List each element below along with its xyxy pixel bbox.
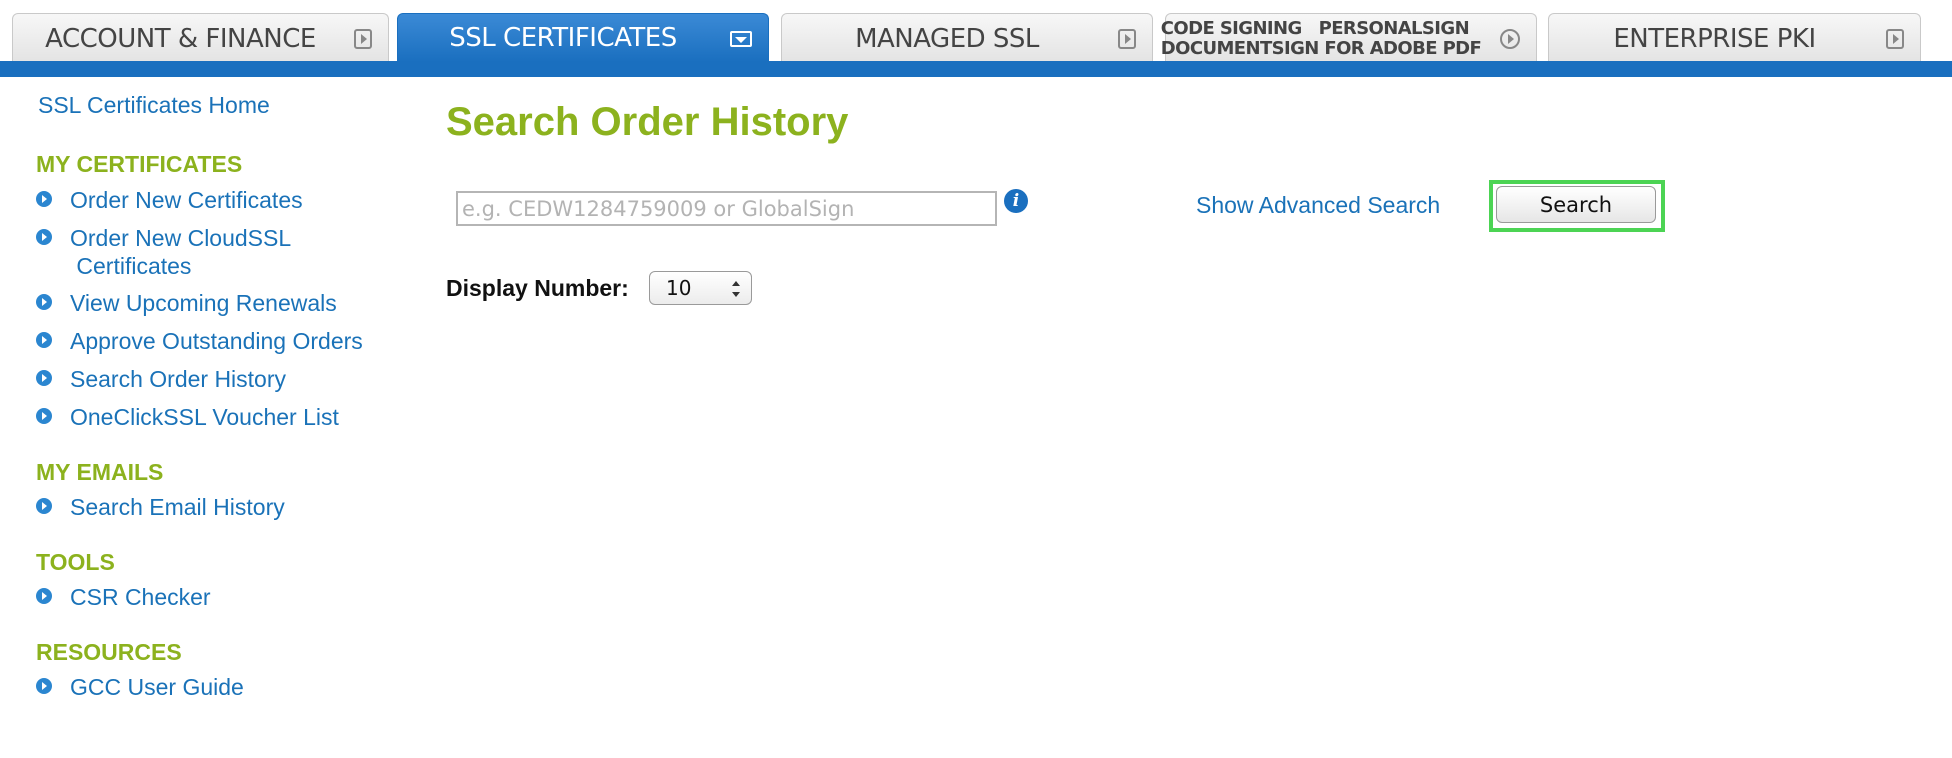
show-advanced-search-link[interactable]: Show Advanced Search: [1196, 192, 1440, 219]
tab-ssl-certificates-label: SSL CERTIFICATES: [449, 23, 677, 53]
tab-enterprise-pki-label: ENTERPRISE PKI: [1613, 23, 1816, 54]
sidebar-heading-my-emails: MY EMAILS: [36, 459, 164, 485]
sidebar-item-order-new-certificates[interactable]: Order New Certificates: [36, 186, 303, 214]
info-icon[interactable]: i: [1004, 189, 1028, 213]
bullet-arrow-icon: [36, 229, 52, 245]
bullet-arrow-icon: [36, 191, 52, 207]
tab-account-finance[interactable]: ACCOUNT & FINANCE: [12, 13, 389, 63]
tab-managed-ssl[interactable]: MANAGED SSL: [781, 13, 1153, 63]
sidebar-item-oneclickssl-voucher-list[interactable]: OneClickSSL Voucher List: [36, 403, 339, 431]
tab-ssl-certificates[interactable]: SSL CERTIFICATES: [397, 13, 769, 62]
sidebar-heading-my-certificates: MY CERTIFICATES: [36, 151, 243, 177]
expand-arrow-icon[interactable]: [354, 29, 372, 49]
sidebar-item-view-upcoming-renewals[interactable]: View Upcoming Renewals: [36, 289, 337, 317]
tab-code-signing-line1: CODE SIGNING PERSONALSIGN: [1160, 17, 1470, 39]
sidebar-item-label: GCC User Guide: [70, 674, 244, 700]
sidebar-item-label: Search Email History: [70, 494, 285, 520]
tab-managed-ssl-label: MANAGED SSL: [855, 23, 1039, 54]
sidebar-heading-tools: TOOLS: [36, 549, 115, 575]
display-number-select[interactable]: 10: [649, 271, 752, 305]
bullet-arrow-icon: [36, 498, 52, 514]
select-updown-icon: [732, 281, 740, 297]
sidebar-item-gcc-user-guide[interactable]: GCC User Guide: [36, 673, 244, 701]
tab-code-signing-label: CODE SIGNING PERSONALSIGN DOCUMENTSIGN F…: [1160, 17, 1482, 59]
bullet-arrow-icon: [36, 588, 52, 604]
expand-arrow-icon[interactable]: [1886, 29, 1904, 49]
sidebar-item-csr-checker[interactable]: CSR Checker: [36, 583, 211, 611]
sidebar-item-order-cloudssl[interactable]: Order New CloudSSL Certificates: [36, 224, 291, 280]
sidebar-heading-resources: RESOURCES: [36, 639, 182, 665]
page-title: Search Order History: [446, 100, 849, 144]
bullet-arrow-icon: [36, 678, 52, 694]
sidebar-item-label: OneClickSSL Voucher List: [70, 404, 339, 430]
sidebar-item-label: View Upcoming Renewals: [70, 290, 337, 316]
order-search-input[interactable]: [456, 191, 997, 226]
sidebar-item-label: CSR Checker: [70, 584, 211, 610]
expand-arrow-icon[interactable]: [1500, 29, 1520, 49]
sidebar-home-link[interactable]: SSL Certificates Home: [38, 92, 270, 119]
tab-code-signing[interactable]: CODE SIGNING PERSONALSIGN DOCUMENTSIGN F…: [1161, 13, 1537, 63]
tab-code-signing-line2: DOCUMENTSIGN FOR ADOBE PDF: [1160, 37, 1482, 59]
tab-enterprise-pki[interactable]: ENTERPRISE PKI: [1548, 13, 1921, 63]
expand-arrow-icon[interactable]: [1118, 29, 1136, 49]
bullet-arrow-icon: [36, 294, 52, 310]
sidebar-item-search-order-history[interactable]: Search Order History: [36, 365, 286, 393]
dropdown-arrow-icon[interactable]: [730, 31, 752, 47]
sidebar-item-label: Order New CloudSSL Certificates: [70, 225, 292, 279]
sidebar-item-label: Approve Outstanding Orders: [70, 328, 363, 354]
tab-account-finance-label: ACCOUNT & FINANCE: [45, 23, 316, 54]
top-navigation-tabs: ACCOUNT & FINANCE SSL CERTIFICATES MANAG…: [0, 0, 1952, 78]
sidebar-item-search-email-history[interactable]: Search Email History: [36, 493, 285, 521]
sidebar-item-approve-outstanding-orders[interactable]: Approve Outstanding Orders: [36, 327, 363, 355]
search-button[interactable]: Search: [1496, 186, 1656, 223]
nav-divider-bar: [0, 61, 1952, 77]
bullet-arrow-icon: [36, 332, 52, 348]
display-number-value: 10: [666, 276, 692, 300]
display-number-label: Display Number:: [446, 275, 629, 301]
bullet-arrow-icon: [36, 370, 52, 386]
bullet-arrow-icon: [36, 408, 52, 424]
sidebar-item-label: Order New Certificates: [70, 187, 303, 213]
sidebar-item-label: Search Order History: [70, 366, 287, 392]
